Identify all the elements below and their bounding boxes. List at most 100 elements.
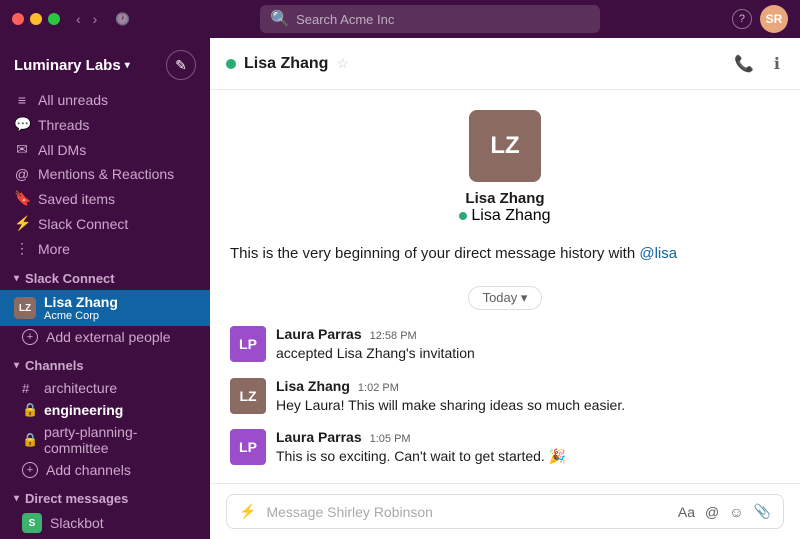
add-channel-icon: +	[22, 462, 38, 478]
close-button[interactable]	[12, 13, 24, 25]
section-header-label: Slack Connect	[25, 271, 115, 286]
slack-connect-section-header[interactable]: ▾ Slack Connect	[0, 261, 210, 290]
channel-item-party-planning[interactable]: 🔒 party-planning-committee	[0, 421, 210, 459]
slack-connect-icon: ⚡	[14, 215, 30, 232]
user-avatar-top[interactable]: SR	[760, 5, 788, 33]
profile-status: Lisa Zhang	[459, 207, 550, 225]
profile-name: Lisa Zhang	[465, 190, 544, 207]
add-channels-label: Add channels	[46, 462, 131, 478]
channels-section-label: Channels	[25, 358, 84, 373]
sidebar-item-label: All unreads	[38, 92, 196, 108]
saved-icon: 🔖	[14, 190, 30, 207]
slackbot-avatar: S	[22, 513, 42, 533]
chat-content: Lisa Zhang ☆ 📞 ℹ LZ Lisa Zhang Lisa Zhan…	[210, 38, 800, 539]
message-content: Laura Parras 1:05 PM This is so exciting…	[276, 429, 780, 467]
online-dot	[459, 212, 467, 220]
add-external-people[interactable]: + Add external people	[0, 326, 210, 348]
dm-name: Slackbot	[50, 515, 104, 531]
chat-header-left: Lisa Zhang ☆	[226, 55, 349, 73]
sidebar-item-all-dms[interactable]: ✉ All DMs	[0, 137, 210, 162]
add-channels-item[interactable]: + Add channels	[0, 459, 210, 481]
attach-button[interactable]: 📎	[754, 503, 771, 520]
help-button[interactable]: ?	[732, 9, 752, 29]
message-time: 1:02 PM	[358, 382, 399, 394]
maximize-button[interactable]	[48, 13, 60, 25]
message-content: Lisa Zhang 1:02 PM Hey Laura! This will …	[276, 378, 780, 416]
lisa-zhang-avatar: LZ	[14, 297, 36, 319]
sidebar-item-label: Threads	[38, 117, 196, 133]
today-badge[interactable]: Today ▾	[468, 286, 543, 310]
chat-header: Lisa Zhang ☆ 📞 ℹ	[210, 38, 800, 90]
avatar: LP	[230, 326, 266, 362]
message-header: Lisa Zhang 1:02 PM	[276, 378, 780, 394]
message-input[interactable]	[266, 504, 667, 520]
mention-link[interactable]: @lisa	[639, 245, 677, 262]
avatar: LP	[230, 429, 266, 465]
info-button[interactable]: ℹ	[770, 50, 784, 78]
dm-item-slackbot[interactable]: S Slackbot	[0, 510, 210, 536]
back-button[interactable]: ‹	[72, 9, 85, 29]
message-input-area: ⚡ Aa @ ☺ 📎	[210, 483, 800, 539]
minimize-button[interactable]	[30, 13, 42, 25]
traffic-lights	[12, 13, 60, 25]
section-chevron-icon: ▾	[14, 273, 19, 284]
sc-user-name: Lisa Zhang	[44, 294, 118, 310]
history-text: This is the very beginning of your direc…	[230, 245, 780, 262]
sidebar-item-more[interactable]: ⋮ More	[0, 236, 210, 261]
sidebar-item-mentions[interactable]: @ Mentions & Reactions	[0, 162, 210, 186]
sidebar-item-label: More	[38, 241, 196, 257]
dms-chevron-icon: ▾	[14, 493, 19, 504]
sidebar-item-threads[interactable]: 💬 Threads	[0, 112, 210, 137]
profile-card: LZ Lisa Zhang Lisa Zhang	[230, 110, 780, 225]
avatar: LZ	[230, 378, 266, 414]
message-content: Laura Parras 12:58 PM accepted Lisa Zhan…	[276, 326, 780, 364]
sidebar-item-label: Saved items	[38, 191, 196, 207]
sidebar-item-label: All DMs	[38, 142, 196, 158]
sender-name: Laura Parras	[276, 429, 362, 445]
add-icon: +	[22, 329, 38, 345]
sidebar-item-slack-connect[interactable]: ⚡ Slack Connect	[0, 211, 210, 236]
sc-company-name: Acme Corp	[44, 310, 118, 322]
sidebar-item-all-unreads[interactable]: ≡ All unreads	[0, 88, 210, 112]
sidebar-item-saved[interactable]: 🔖 Saved items	[0, 186, 210, 211]
table-row: LZ Lisa Zhang 1:02 PM Hey Laura! This wi…	[230, 378, 780, 416]
channel-item-architecture[interactable]: # architecture	[0, 377, 210, 399]
table-row: LP Laura Parras 1:05 PM This is so excit…	[230, 429, 780, 467]
star-icon[interactable]: ☆	[336, 55, 349, 72]
sidebar-item-label: Mentions & Reactions	[38, 166, 196, 182]
forward-button[interactable]: ›	[89, 9, 102, 29]
compose-button[interactable]: ✎	[166, 50, 196, 80]
dms-section-label: Direct messages	[25, 491, 128, 506]
channel-name: party-planning-committee	[44, 424, 196, 456]
sc-user-info: Lisa Zhang Acme Corp	[44, 294, 118, 322]
dms-section-header[interactable]: ▾ Direct messages	[0, 481, 210, 510]
sidebar-item-label: Slack Connect	[38, 216, 196, 232]
workspace-name[interactable]: Luminary Labs ▾	[14, 57, 130, 74]
history-button[interactable]: 🕐	[109, 10, 136, 28]
mentions-icon: @	[14, 166, 30, 182]
channels-section-header[interactable]: ▾ Channels	[0, 348, 210, 377]
lock-icon: 🔒	[22, 432, 36, 448]
channels-chevron-icon: ▾	[14, 360, 19, 371]
titlebar: ‹ › 🕐 🔍 ? SR	[0, 0, 800, 38]
profile-status-text: Lisa Zhang	[471, 207, 550, 225]
channel-item-engineering[interactable]: 🔒 engineering	[0, 399, 210, 421]
threads-icon: 💬	[14, 116, 30, 133]
format-button[interactable]: Aa	[678, 504, 695, 520]
at-button[interactable]: @	[705, 504, 719, 520]
input-actions: Aa @ ☺ 📎	[678, 503, 771, 520]
search-input[interactable]	[296, 12, 590, 27]
nav-arrows: ‹ ›	[72, 9, 101, 29]
message-time: 12:58 PM	[370, 330, 417, 342]
message-input-box: ⚡ Aa @ ☺ 📎	[226, 494, 784, 529]
channel-name: architecture	[44, 380, 117, 396]
chat-header-right: 📞 ℹ	[730, 50, 784, 78]
phone-button[interactable]: 📞	[730, 50, 758, 78]
lightning-icon[interactable]: ⚡	[239, 503, 256, 520]
message-header: Laura Parras 12:58 PM	[276, 326, 780, 342]
emoji-button[interactable]: ☺	[729, 504, 743, 520]
slack-connect-user-item[interactable]: LZ Lisa Zhang Acme Corp	[0, 290, 210, 326]
all-unreads-icon: ≡	[14, 92, 30, 108]
add-external-label: Add external people	[46, 329, 171, 345]
sender-name: Lisa Zhang	[276, 378, 350, 394]
